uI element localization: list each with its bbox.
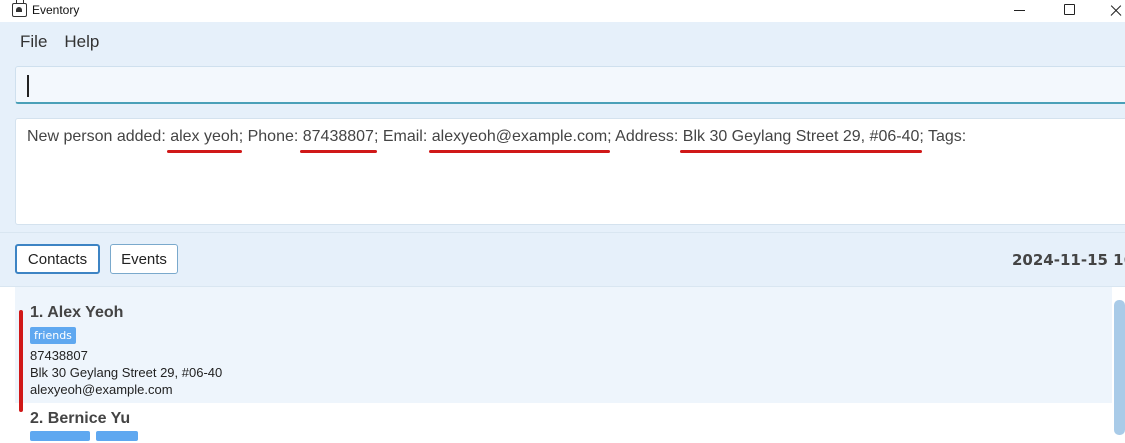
result-area: New person added: alex yeoh; Phone: 8743…: [0, 110, 1125, 232]
annotation-highlight-bar: [19, 310, 23, 412]
tabs-bar: Contacts Events 2024-11-15 16:18: [0, 232, 1125, 286]
result-display: New person added: alex yeoh; Phone: 8743…: [15, 118, 1125, 225]
result-prefix: New person added:: [27, 128, 171, 145]
tag-badge: [30, 431, 90, 441]
tab-contacts[interactable]: Contacts: [15, 244, 100, 274]
menu-bar: File Help: [0, 22, 1125, 62]
command-input[interactable]: [15, 66, 1125, 104]
title-bar: Eventory: [0, 0, 1125, 22]
result-phone: 87438807: [302, 128, 374, 145]
tag-badge: friends: [30, 327, 76, 344]
tag-badge: [96, 431, 138, 441]
result-message: New person added: alex yeoh; Phone: 8743…: [27, 128, 966, 146]
datetime-display: 2024-11-15 16:18: [1012, 251, 1125, 269]
person-list[interactable]: 1. Alex Yeoh friends 87438807 Blk 30 Gey…: [0, 286, 1125, 443]
minimize-icon[interactable]: [996, 0, 1042, 22]
command-area: [0, 62, 1125, 110]
menu-help[interactable]: Help: [64, 32, 99, 52]
text-caret: [27, 75, 29, 97]
person-address: Blk 30 Geylang Street 29, #06-40: [30, 365, 223, 380]
result-sep-address: ; Address:: [607, 128, 683, 145]
result-email: alexyeoh@example.com: [431, 128, 608, 145]
result-suffix: ; Tags:: [919, 128, 967, 145]
person-email: alexyeoh@example.com: [30, 382, 173, 397]
person-card[interactable]: 2. Bernice Yu: [15, 403, 1112, 443]
person-card[interactable]: 1. Alex Yeoh friends 87438807 Blk 30 Gey…: [15, 287, 1112, 403]
person-phone: 87438807: [30, 348, 88, 363]
close-icon[interactable]: [1096, 0, 1125, 22]
tab-events[interactable]: Events: [110, 244, 178, 274]
result-address: Blk 30 Geylang Street 29, #06-40: [682, 128, 920, 145]
maximize-icon[interactable]: [1046, 0, 1092, 22]
result-name: alex yeoh: [170, 128, 239, 145]
app-calendar-icon: [12, 0, 27, 17]
window-title: Eventory: [32, 3, 80, 17]
menu-file[interactable]: File: [20, 32, 47, 52]
person-name: 1. Alex Yeoh: [30, 304, 124, 321]
list-scrollbar[interactable]: [1114, 300, 1125, 435]
result-sep-email: ; Email:: [373, 128, 432, 145]
result-sep-phone: ; Phone:: [238, 128, 303, 145]
person-name: 2. Bernice Yu: [30, 410, 131, 427]
